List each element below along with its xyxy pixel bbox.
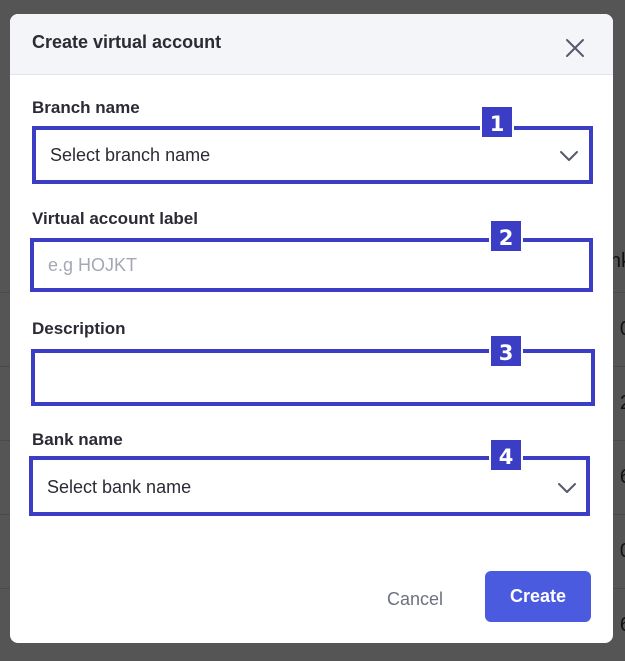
bank-name-select-value: Select bank name xyxy=(47,477,192,497)
close-icon xyxy=(566,39,584,57)
annotation-badge-3: 3 xyxy=(489,334,523,368)
dialog-header: Create virtual account xyxy=(10,14,613,75)
branch-name-label: Branch name xyxy=(32,98,140,117)
annotation-badge-4: 4 xyxy=(489,438,523,472)
annotation-badge-1: 1 xyxy=(480,105,514,139)
bank-name-label: Bank name xyxy=(32,430,123,449)
branch-name-select-value: Select branch name xyxy=(50,145,211,165)
chevron-down-icon xyxy=(560,151,578,161)
close-button[interactable] xyxy=(563,36,587,60)
virtual-account-label-label: Virtual account label xyxy=(32,209,198,228)
chevron-down-icon xyxy=(558,483,576,493)
create-button[interactable]: Create xyxy=(485,571,591,622)
cancel-button[interactable]: Cancel xyxy=(370,581,460,617)
dialog-title: Create virtual account xyxy=(32,32,222,52)
annotation-badge-2: 2 xyxy=(489,219,523,253)
create-virtual-account-dialog: Create virtual account Branch name Selec… xyxy=(10,14,613,643)
description-label: Description xyxy=(32,319,126,338)
